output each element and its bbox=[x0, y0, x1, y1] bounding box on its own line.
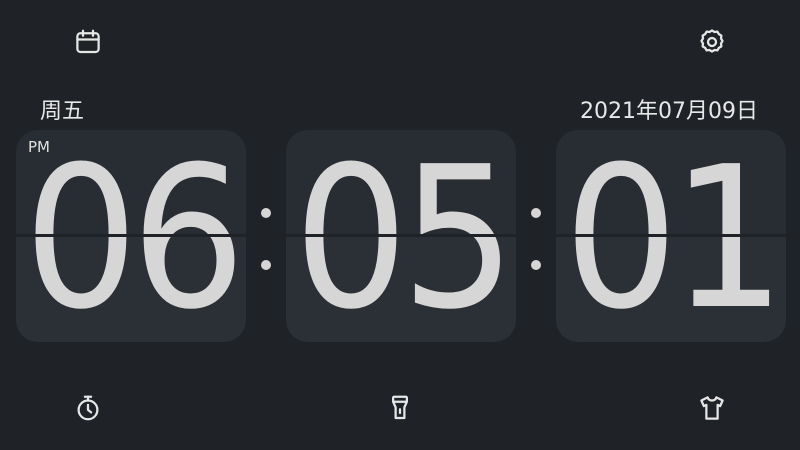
flip-clock-screen: 周五 2021年07月09日 PM 06 05 01 bbox=[0, 0, 800, 450]
gear-icon bbox=[700, 29, 724, 53]
colon-separator bbox=[529, 200, 543, 280]
date-label: 2021年07月09日 bbox=[580, 99, 758, 124]
seconds-flip-card: 01 bbox=[556, 130, 786, 342]
hours-flip-card: 06 bbox=[16, 130, 246, 342]
calendar-button[interactable] bbox=[70, 24, 106, 60]
flip-divider bbox=[16, 234, 246, 237]
weekday-label: 周五 bbox=[40, 99, 85, 124]
flip-divider bbox=[556, 234, 786, 237]
tshirt-icon bbox=[700, 396, 724, 420]
stopwatch-button[interactable] bbox=[70, 390, 106, 426]
meridiem-label: PM bbox=[28, 138, 50, 156]
flip-divider bbox=[286, 234, 516, 237]
minutes-flip-card: 05 bbox=[286, 130, 516, 342]
settings-button[interactable] bbox=[694, 24, 730, 60]
stopwatch-icon bbox=[77, 395, 99, 421]
theme-button[interactable] bbox=[694, 390, 730, 426]
flashlight-button[interactable] bbox=[382, 390, 418, 426]
flashlight-icon bbox=[392, 395, 408, 420]
calendar-icon bbox=[76, 29, 100, 54]
colon-separator bbox=[259, 200, 273, 280]
